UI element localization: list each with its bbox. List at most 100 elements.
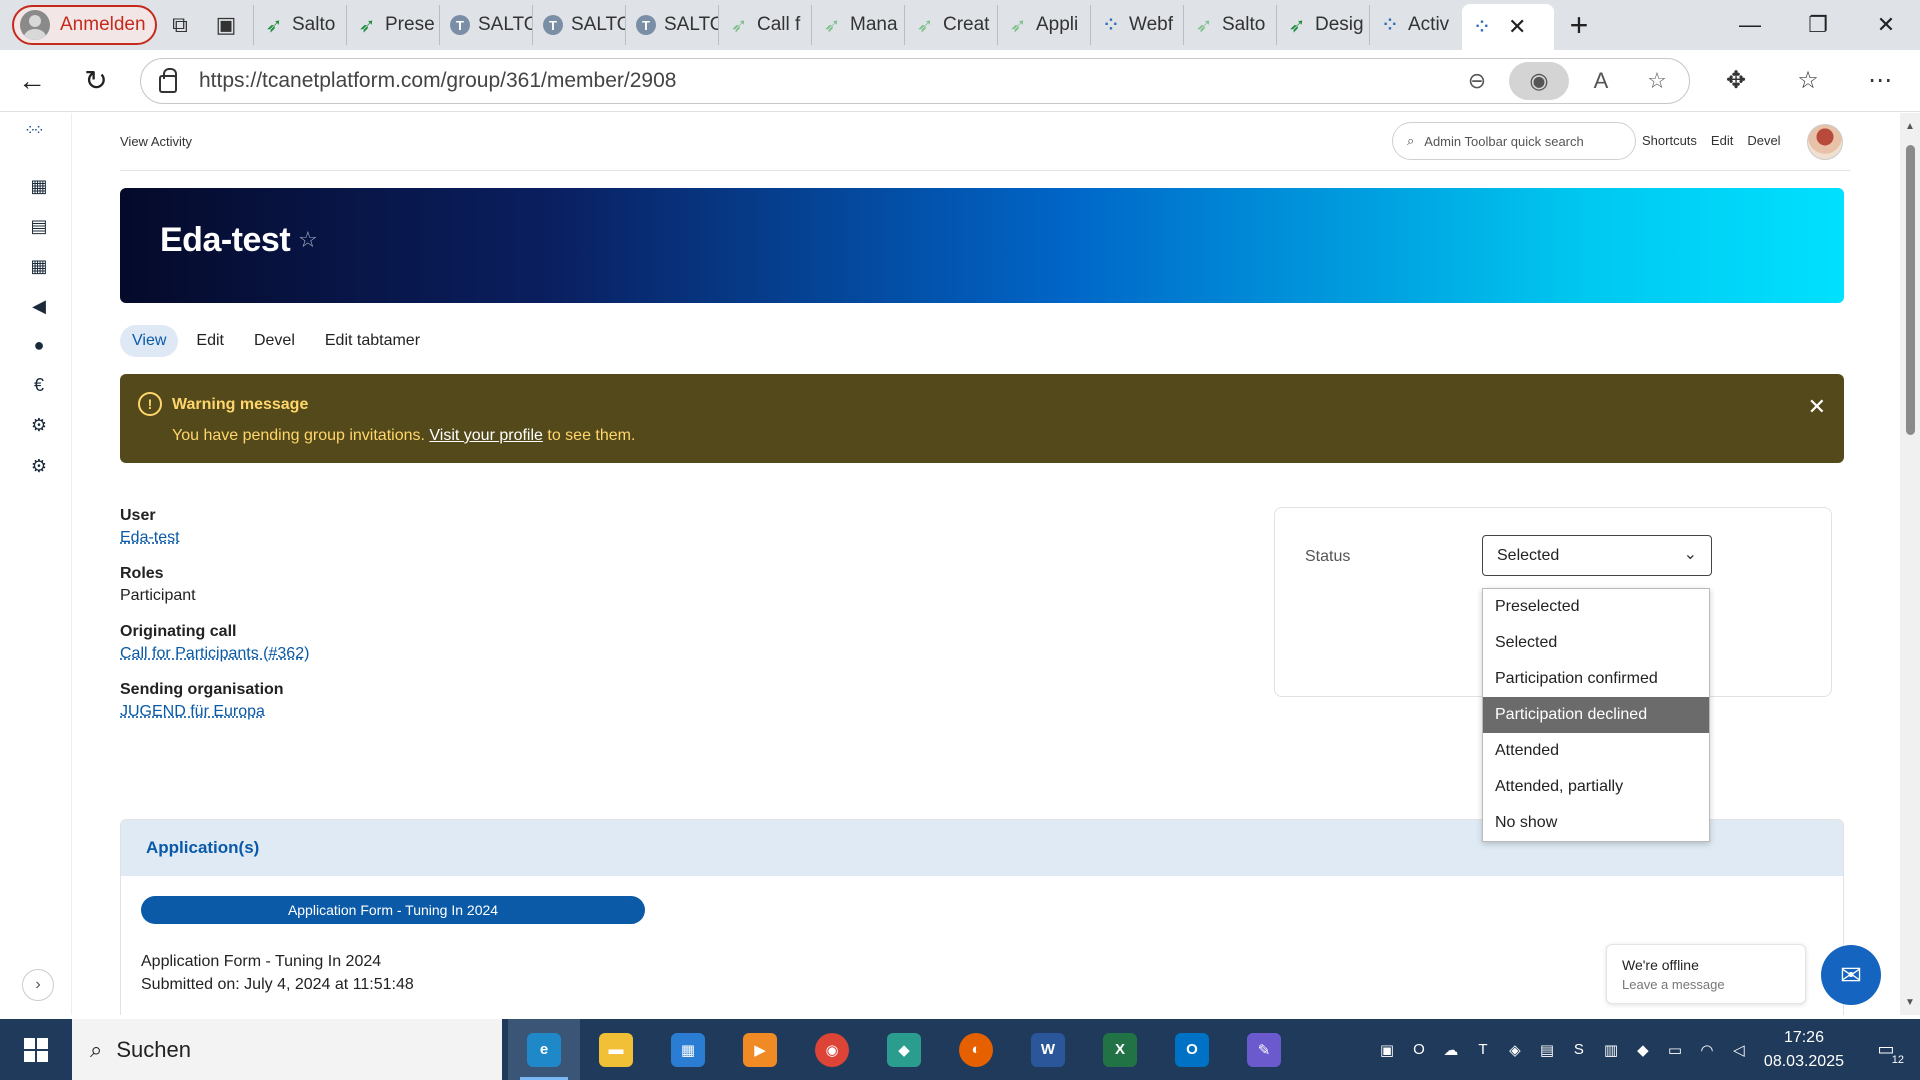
application-form-button[interactable]: Application Form - Tuning In 2024	[141, 896, 645, 924]
excel-app[interactable]: X	[1084, 1019, 1156, 1080]
clock[interactable]: 17:26 08.03.2025	[1764, 1026, 1844, 1074]
notification-icon[interactable]: ▭ 12	[1866, 1030, 1906, 1070]
gears-icon[interactable]: ⚙	[28, 455, 50, 477]
site-logo[interactable]: ⁘⁘	[26, 125, 66, 145]
close-icon[interactable]: ✕	[1808, 394, 1826, 420]
paint-app[interactable]: ✎	[1228, 1019, 1300, 1080]
gears-icon[interactable]: ⚙	[28, 414, 50, 436]
edge-app[interactable]: e	[508, 1019, 580, 1080]
shortcuts-link[interactable]: Shortcuts	[1642, 133, 1697, 148]
browser-tab[interactable]: ➶ Salto	[1183, 5, 1276, 45]
browser-tab[interactable]: TSALTO	[625, 5, 718, 45]
tray-app-icon[interactable]: ▣	[1374, 1037, 1400, 1063]
browser-tab[interactable]: ➶ Prese	[346, 5, 439, 45]
status-option-preselected[interactable]: Preselected	[1483, 589, 1709, 625]
tab-edit-tabtamer[interactable]: Edit tabtamer	[313, 325, 432, 357]
browser-tab[interactable]: ➶ Mana	[811, 5, 904, 45]
visit-profile-link[interactable]: Visit your profile	[429, 427, 543, 444]
read-aloud-icon[interactable]: A	[1577, 62, 1625, 100]
store-app[interactable]: ▦	[652, 1019, 724, 1080]
devel-link[interactable]: Devel	[1747, 133, 1780, 148]
users-icon[interactable]: ●	[28, 334, 50, 356]
status-option-no-show[interactable]: No show	[1483, 805, 1709, 841]
tracking-prevention-icon[interactable]: ◉	[1509, 61, 1569, 100]
star-icon[interactable]: ☆	[298, 227, 318, 253]
calendar-icon[interactable]: ▦	[28, 255, 50, 277]
status-option-attended[interactable]: Attended	[1483, 733, 1709, 769]
teamviewer-app[interactable]: ◆	[868, 1019, 940, 1080]
chat-icon[interactable]: ✉	[1821, 945, 1881, 1005]
chat-offline-bubble[interactable]: We're offline Leave a message	[1606, 944, 1806, 1004]
browser-tab[interactable]: ➶ Appli	[997, 5, 1090, 45]
status-select[interactable]: Selected ⌄	[1482, 535, 1712, 576]
originating-call-link[interactable]: Call for Participants (#362)	[120, 645, 309, 663]
status-option-attended-partially[interactable]: Attended, partially	[1483, 769, 1709, 805]
onedrive-icon[interactable]: ☁	[1438, 1037, 1464, 1063]
scroll-up-icon[interactable]: ▲	[1905, 121, 1915, 132]
browser-tab[interactable]: TSALTO	[439, 5, 532, 45]
id-card-icon[interactable]: ▤	[28, 215, 50, 237]
expand-sidebar-icon[interactable]: ›	[22, 969, 54, 1001]
tab-view[interactable]: View	[120, 325, 179, 357]
tray-diamond-icon[interactable]: ◆	[1630, 1037, 1656, 1063]
chrome-app[interactable]: ◉	[796, 1019, 868, 1080]
minimize-icon[interactable]: —	[1716, 0, 1784, 50]
media-app[interactable]: ▶	[724, 1019, 796, 1080]
zoom-out-icon[interactable]: ⊖	[1453, 62, 1501, 100]
browser-tab[interactable]: ➶ Creat	[904, 5, 997, 45]
browser-tab[interactable]: ⁘ Webf	[1090, 5, 1183, 45]
tray-outlook-icon[interactable]: O	[1406, 1037, 1432, 1063]
tab-edit[interactable]: Edit	[184, 325, 236, 357]
firefox-app[interactable]: ◐	[940, 1019, 1012, 1080]
edit-link[interactable]: Edit	[1711, 133, 1733, 148]
browser-tab[interactable]: TSALTO	[532, 5, 625, 45]
close-window-icon[interactable]: ✕	[1852, 0, 1920, 50]
word-app[interactable]: W	[1012, 1019, 1084, 1080]
browser-tab[interactable]: ➶ Desig	[1276, 5, 1369, 45]
scroll-down-icon[interactable]: ▼	[1905, 997, 1915, 1008]
new-tab-button[interactable]: +	[1554, 5, 1604, 45]
tab-devel[interactable]: Devel	[242, 325, 307, 357]
browser-tab[interactable]: ⁘ Activ	[1369, 5, 1462, 45]
favorite-star-icon[interactable]: ☆	[1633, 62, 1681, 100]
tray-app-icon[interactable]: ▥	[1598, 1037, 1624, 1063]
volume-icon[interactable]: ◁	[1726, 1037, 1752, 1063]
profile-button[interactable]: Anmelden	[12, 5, 157, 45]
more-menu-icon[interactable]: ⋯	[1844, 66, 1916, 95]
restore-icon[interactable]: ❐	[1784, 0, 1852, 50]
extensions-icon[interactable]: ✥	[1700, 66, 1772, 95]
status-option-participation-confirmed[interactable]: Participation confirmed	[1483, 661, 1709, 697]
user-link[interactable]: Eda-test	[120, 529, 309, 547]
euro-icon[interactable]: €	[28, 374, 50, 396]
sending-organisation-link[interactable]: JUGEND für Europa	[120, 703, 309, 721]
favorites-icon[interactable]: ☆	[1772, 66, 1844, 95]
tray-app-icon[interactable]: ▤	[1534, 1037, 1560, 1063]
explorer-app[interactable]: ▬	[580, 1019, 652, 1080]
admin-search-input[interactable]: ⌕ Admin Toolbar quick search	[1392, 122, 1636, 160]
page-scrollbar[interactable]: ▲ ▼	[1900, 113, 1920, 1015]
megaphone-icon[interactable]: ◀	[28, 295, 50, 317]
scrollbar-thumb[interactable]	[1906, 145, 1915, 435]
back-icon[interactable]: ←	[0, 56, 64, 106]
wifi-icon[interactable]: ◠	[1694, 1037, 1720, 1063]
close-tab-icon[interactable]: ✕	[1508, 14, 1526, 40]
battery-icon[interactable]: ▭	[1662, 1037, 1688, 1063]
browser-tab[interactable]: ➶ Salto	[253, 5, 346, 45]
url-field[interactable]: https://tcanetplatform.com/group/361/mem…	[140, 57, 1690, 104]
browser-tab-active[interactable]: ⁘ ✕	[1462, 4, 1554, 50]
tab-actions-icon[interactable]: ▣	[203, 5, 249, 45]
workspaces-icon[interactable]: ⧉	[157, 5, 203, 45]
avatar[interactable]	[1807, 124, 1843, 160]
security-icon[interactable]: ◈	[1502, 1037, 1528, 1063]
taskbar-search[interactable]: ⌕ Suchen	[72, 1019, 502, 1080]
teams-icon[interactable]: T	[1470, 1037, 1496, 1063]
status-option-participation-declined[interactable]: Participation declined	[1483, 697, 1709, 733]
outlook-app[interactable]: O	[1156, 1019, 1228, 1080]
refresh-icon[interactable]: ↻	[64, 56, 128, 106]
skype-icon[interactable]: S	[1566, 1037, 1592, 1063]
browser-tab[interactable]: ➶ Call f	[718, 5, 811, 45]
start-button[interactable]	[0, 1019, 72, 1080]
breadcrumb[interactable]: View Activity	[120, 134, 192, 149]
status-option-selected[interactable]: Selected	[1483, 625, 1709, 661]
building-icon[interactable]: ▦	[28, 175, 50, 197]
